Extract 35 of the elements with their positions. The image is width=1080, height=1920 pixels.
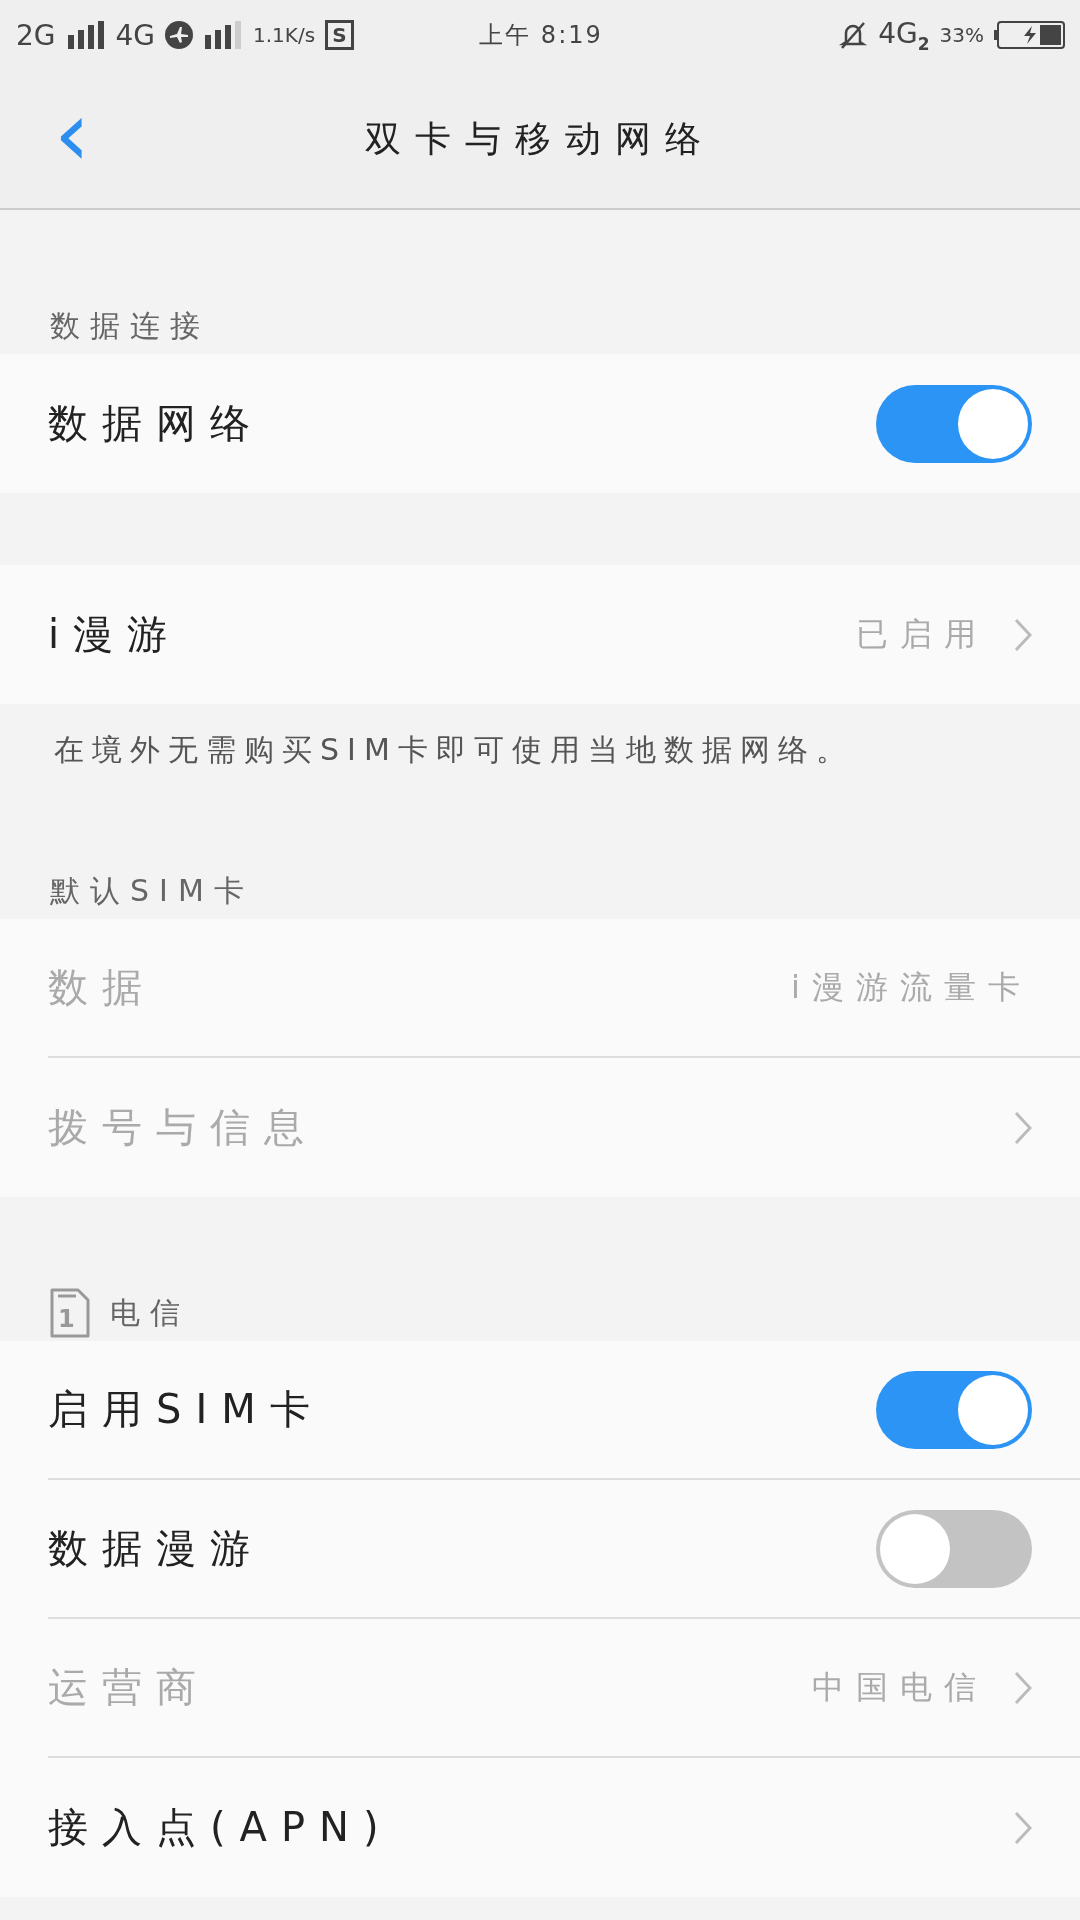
- chevron-icon: [1014, 1110, 1032, 1145]
- row-label: 运营商: [48, 1663, 210, 1712]
- network-label: 2G: [16, 18, 56, 52]
- row-label: i漫游: [48, 610, 182, 659]
- sim-card-icon: [50, 1288, 90, 1338]
- chevron-icon: [1014, 617, 1032, 652]
- row-label: 接入点(APN): [48, 1803, 393, 1852]
- battery-label: 33%: [939, 23, 984, 47]
- chevron-icon: [1014, 1670, 1032, 1705]
- row-label: 拨号与信息: [48, 1103, 318, 1152]
- row-label: 数据网络: [48, 399, 264, 448]
- row-value: i漫游流量卡: [791, 966, 1032, 1008]
- signal-icon: [203, 21, 244, 49]
- sim-number: 1: [58, 1305, 75, 1333]
- row-label: 数据: [48, 963, 156, 1012]
- section-header: 默认SIM卡: [50, 871, 254, 910]
- section-header: 电信: [110, 1293, 190, 1332]
- airplane-icon: [165, 21, 194, 49]
- chevron-icon: [1014, 1810, 1032, 1845]
- row-label: 数据漫游: [48, 1524, 264, 1573]
- clock: 上午 8:19: [479, 20, 603, 51]
- battery-charging-icon: [994, 20, 1066, 50]
- row-value: 已启用: [856, 613, 988, 655]
- section-header: 数据连接: [50, 306, 210, 345]
- row-value: 中国电信: [812, 1666, 988, 1708]
- network-label: 4G: [115, 18, 156, 52]
- notification-badge: S: [325, 20, 354, 50]
- row-label: 启用SIM卡: [48, 1385, 324, 1434]
- muted-bell-icon: [838, 20, 869, 50]
- network-label: 4G$_{2}$: [878, 16, 930, 54]
- back-button[interactable]: ‹: [44, 94, 100, 174]
- description-text: 在境外无需购买SIM卡即可使用当地数据网络。: [53, 731, 855, 769]
- signal-icon: [65, 21, 106, 49]
- page-title: 双卡与移动网络: [365, 116, 715, 161]
- speed-label: 1.1K/s: [253, 23, 316, 47]
